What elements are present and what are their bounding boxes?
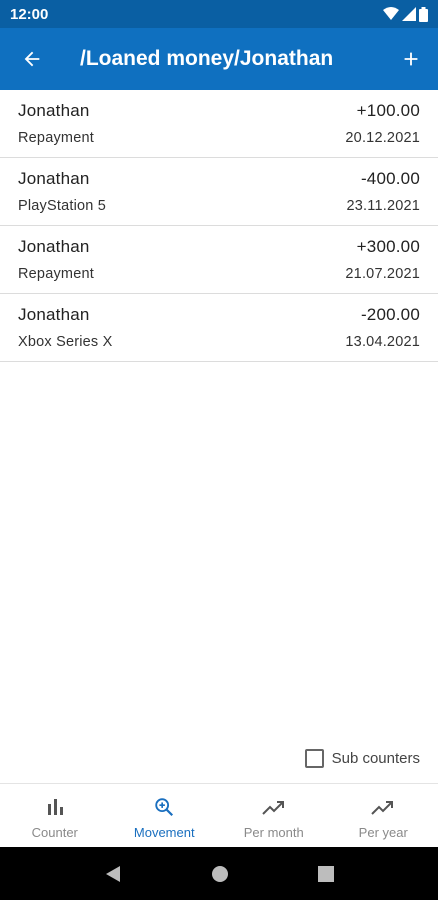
movement-date: 13.04.2021	[345, 334, 420, 350]
movement-row[interactable]: Jonathan -200.00 Xbox Series X 13.04.202…	[0, 294, 438, 362]
back-triangle-icon[interactable]	[104, 865, 122, 883]
movement-name: Jonathan	[18, 169, 90, 188]
movement-amount: -400.00	[360, 169, 420, 188]
plus-icon	[404, 52, 418, 66]
zoom-in-icon	[153, 796, 175, 818]
trending-up-icon	[262, 796, 286, 818]
sub-counters-checkbox[interactable]	[304, 748, 324, 768]
trending-up-icon	[371, 796, 395, 818]
battery-icon	[419, 6, 428, 22]
arrow-left-icon	[24, 51, 40, 67]
bar-chart-icon	[45, 796, 65, 818]
movement-date: 20.12.2021	[345, 130, 420, 146]
movement-row[interactable]: Jonathan -400.00 PlayStation 5 23.11.202…	[0, 158, 438, 226]
bottom-navigation: Counter Movement Per month Per year	[0, 783, 438, 847]
home-circle-icon[interactable]	[211, 865, 229, 883]
movement-name: Jonathan	[18, 101, 90, 120]
movement-date: 21.07.2021	[345, 266, 420, 282]
sub-counters-toggle[interactable]: Sub counters	[304, 746, 420, 770]
movement-amount: -200.00	[360, 305, 420, 324]
nav-label: Counter	[31, 825, 78, 840]
movement-list: Jonathan +100.00 Repayment 20.12.2021 Jo…	[0, 90, 438, 362]
back-button[interactable]	[0, 28, 64, 90]
app-bar: /Loaned money/Jonathan	[0, 28, 438, 90]
movement-amount: +100.00	[356, 101, 420, 120]
nav-label: Movement	[133, 825, 195, 840]
sub-counters-label: Sub counters	[331, 749, 420, 767]
movement-row[interactable]: Jonathan +300.00 Repayment 21.07.2021	[0, 226, 438, 294]
system-navigation-bar	[0, 847, 438, 900]
nav-item-movement[interactable]: Movement	[110, 784, 220, 847]
nav-item-counter[interactable]: Counter	[0, 784, 110, 847]
movement-note: Repayment	[18, 130, 94, 146]
add-button[interactable]	[384, 28, 438, 90]
movement-amount: +300.00	[356, 237, 420, 256]
movement-date: 23.11.2021	[346, 198, 420, 214]
nav-item-per-year[interactable]: Per year	[329, 784, 438, 847]
status-time: 12:00	[10, 5, 49, 23]
movement-note: PlayStation 5	[18, 198, 107, 214]
movement-name: Jonathan	[18, 305, 90, 324]
signal-icon	[402, 7, 416, 21]
movement-note: Repayment	[18, 266, 94, 282]
status-bar: 12:00	[0, 0, 438, 28]
nav-label: Per year	[358, 825, 408, 840]
nav-item-per-month[interactable]: Per month	[219, 784, 329, 847]
movement-name: Jonathan	[18, 237, 90, 256]
movement-row[interactable]: Jonathan +100.00 Repayment 20.12.2021	[0, 90, 438, 158]
recents-square-icon[interactable]	[317, 865, 334, 882]
wifi-icon	[383, 7, 399, 20]
nav-label: Per month	[243, 825, 304, 840]
movement-note: Xbox Series X	[18, 334, 113, 350]
page-title: /Loaned money/Jonathan	[80, 47, 334, 70]
system-icons	[383, 6, 428, 22]
